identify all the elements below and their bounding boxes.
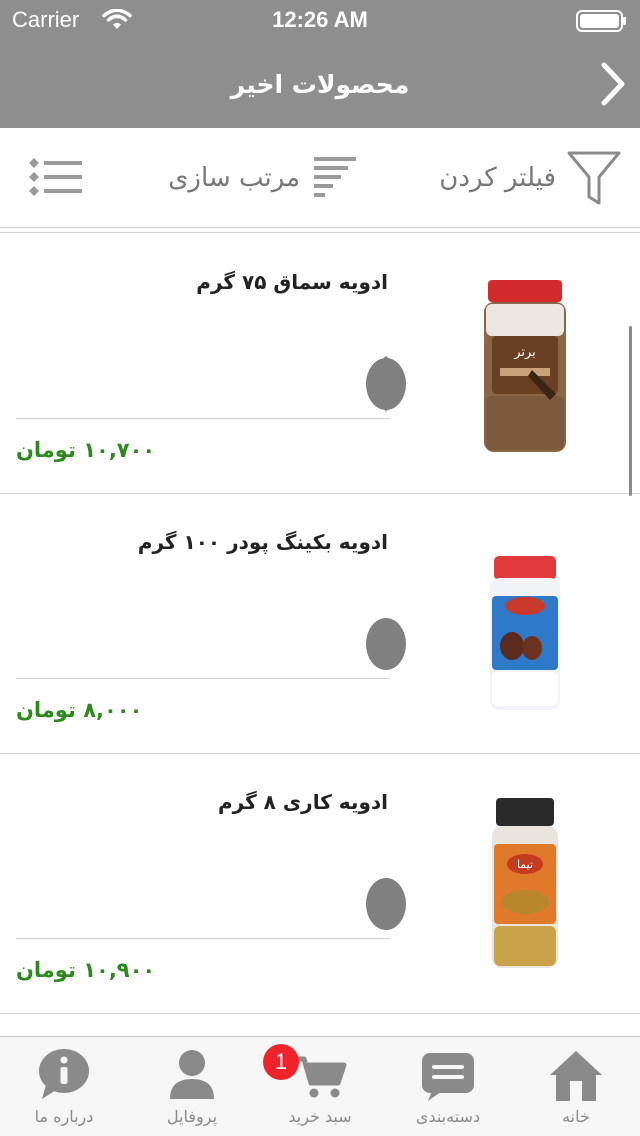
product-image-baking-powder xyxy=(470,534,580,714)
page-title: محصولات اخیر xyxy=(230,70,410,99)
svg-text:برتر: برتر xyxy=(513,345,536,360)
home-icon xyxy=(546,1047,606,1103)
product-image-curry: تیما xyxy=(470,794,580,974)
tab-bar: درباره ما پروفایل سبد خرید xyxy=(0,1036,640,1136)
view-mode-button[interactable] xyxy=(28,128,84,228)
favorite-leaf-icon[interactable] xyxy=(364,354,408,418)
clock: 12:26 AM xyxy=(272,7,368,32)
cart-badge: 1 xyxy=(263,1044,299,1080)
sort-icon xyxy=(314,157,356,197)
back-button[interactable] xyxy=(600,62,626,110)
product-image-sumac: برتر xyxy=(470,274,580,454)
scrollbar[interactable] xyxy=(629,326,632,496)
tab-profile[interactable]: پروفایل xyxy=(128,1037,256,1136)
tab-label: درباره ما xyxy=(34,1107,94,1126)
product-name: ادویه بکینگ پودر ۱۰۰ گرم xyxy=(137,530,388,554)
chevron-right-icon xyxy=(601,62,625,106)
divider xyxy=(0,232,640,233)
product-item[interactable]: ادویه کاری ۸ گرم تیما ۱۰,۹۰۰ تومان xyxy=(0,754,640,1014)
favorite-leaf-icon[interactable] xyxy=(364,874,408,938)
tab-category[interactable]: دسته‌بندی xyxy=(384,1037,512,1136)
svg-text:تیما: تیما xyxy=(517,858,533,871)
filter-icon xyxy=(567,151,621,205)
product-item[interactable]: ادویه سماق ۷۵ گرم برتر ۱۰,۷۰۰ تومان xyxy=(0,234,640,494)
tab-home[interactable]: خانه xyxy=(512,1037,640,1136)
divider xyxy=(16,938,390,939)
tab-label: پروفایل xyxy=(166,1107,218,1126)
divider xyxy=(16,418,390,419)
sort-label: مرتب سازی xyxy=(168,163,300,193)
filter-label: فیلتر کردن xyxy=(439,163,556,193)
sort-button[interactable]: مرتب سازی xyxy=(168,128,358,228)
category-icon xyxy=(418,1047,478,1103)
product-list: ادویه سماق ۷۵ گرم برتر ۱۰,۷۰۰ تومان ادوی… xyxy=(0,234,640,1014)
list-toolbar: مرتب سازی فیلتر کردن xyxy=(0,128,640,228)
tab-about[interactable]: درباره ما xyxy=(0,1037,128,1136)
product-name: ادویه کاری ۸ گرم xyxy=(217,790,388,814)
info-icon xyxy=(34,1047,94,1103)
list-view-icon xyxy=(29,158,82,196)
navigation-bar: Carrier 12:26 AM محصولات اخیر xyxy=(0,0,640,128)
profile-icon xyxy=(162,1047,222,1103)
cart-icon xyxy=(290,1047,350,1103)
product-price: ۸,۰۰۰ تومان xyxy=(16,698,143,722)
product-price: ۱۰,۹۰۰ تومان xyxy=(16,958,156,982)
favorite-leaf-icon[interactable] xyxy=(364,614,408,678)
product-item[interactable]: ادویه بکینگ پودر ۱۰۰ گرم ۸,۰۰۰ تومان xyxy=(0,494,640,754)
status-bar: Carrier 12:26 AM xyxy=(0,0,640,40)
divider xyxy=(16,678,390,679)
tab-label: خانه xyxy=(562,1107,590,1126)
tab-label: دسته‌بندی xyxy=(415,1107,481,1126)
product-name: ادویه سماق ۷۵ گرم xyxy=(196,270,388,294)
tab-label: سبد خرید xyxy=(288,1107,352,1126)
battery-icon xyxy=(576,10,628,36)
filter-button[interactable]: فیلتر کردن xyxy=(439,128,622,228)
product-price: ۱۰,۷۰۰ تومان xyxy=(16,438,156,462)
